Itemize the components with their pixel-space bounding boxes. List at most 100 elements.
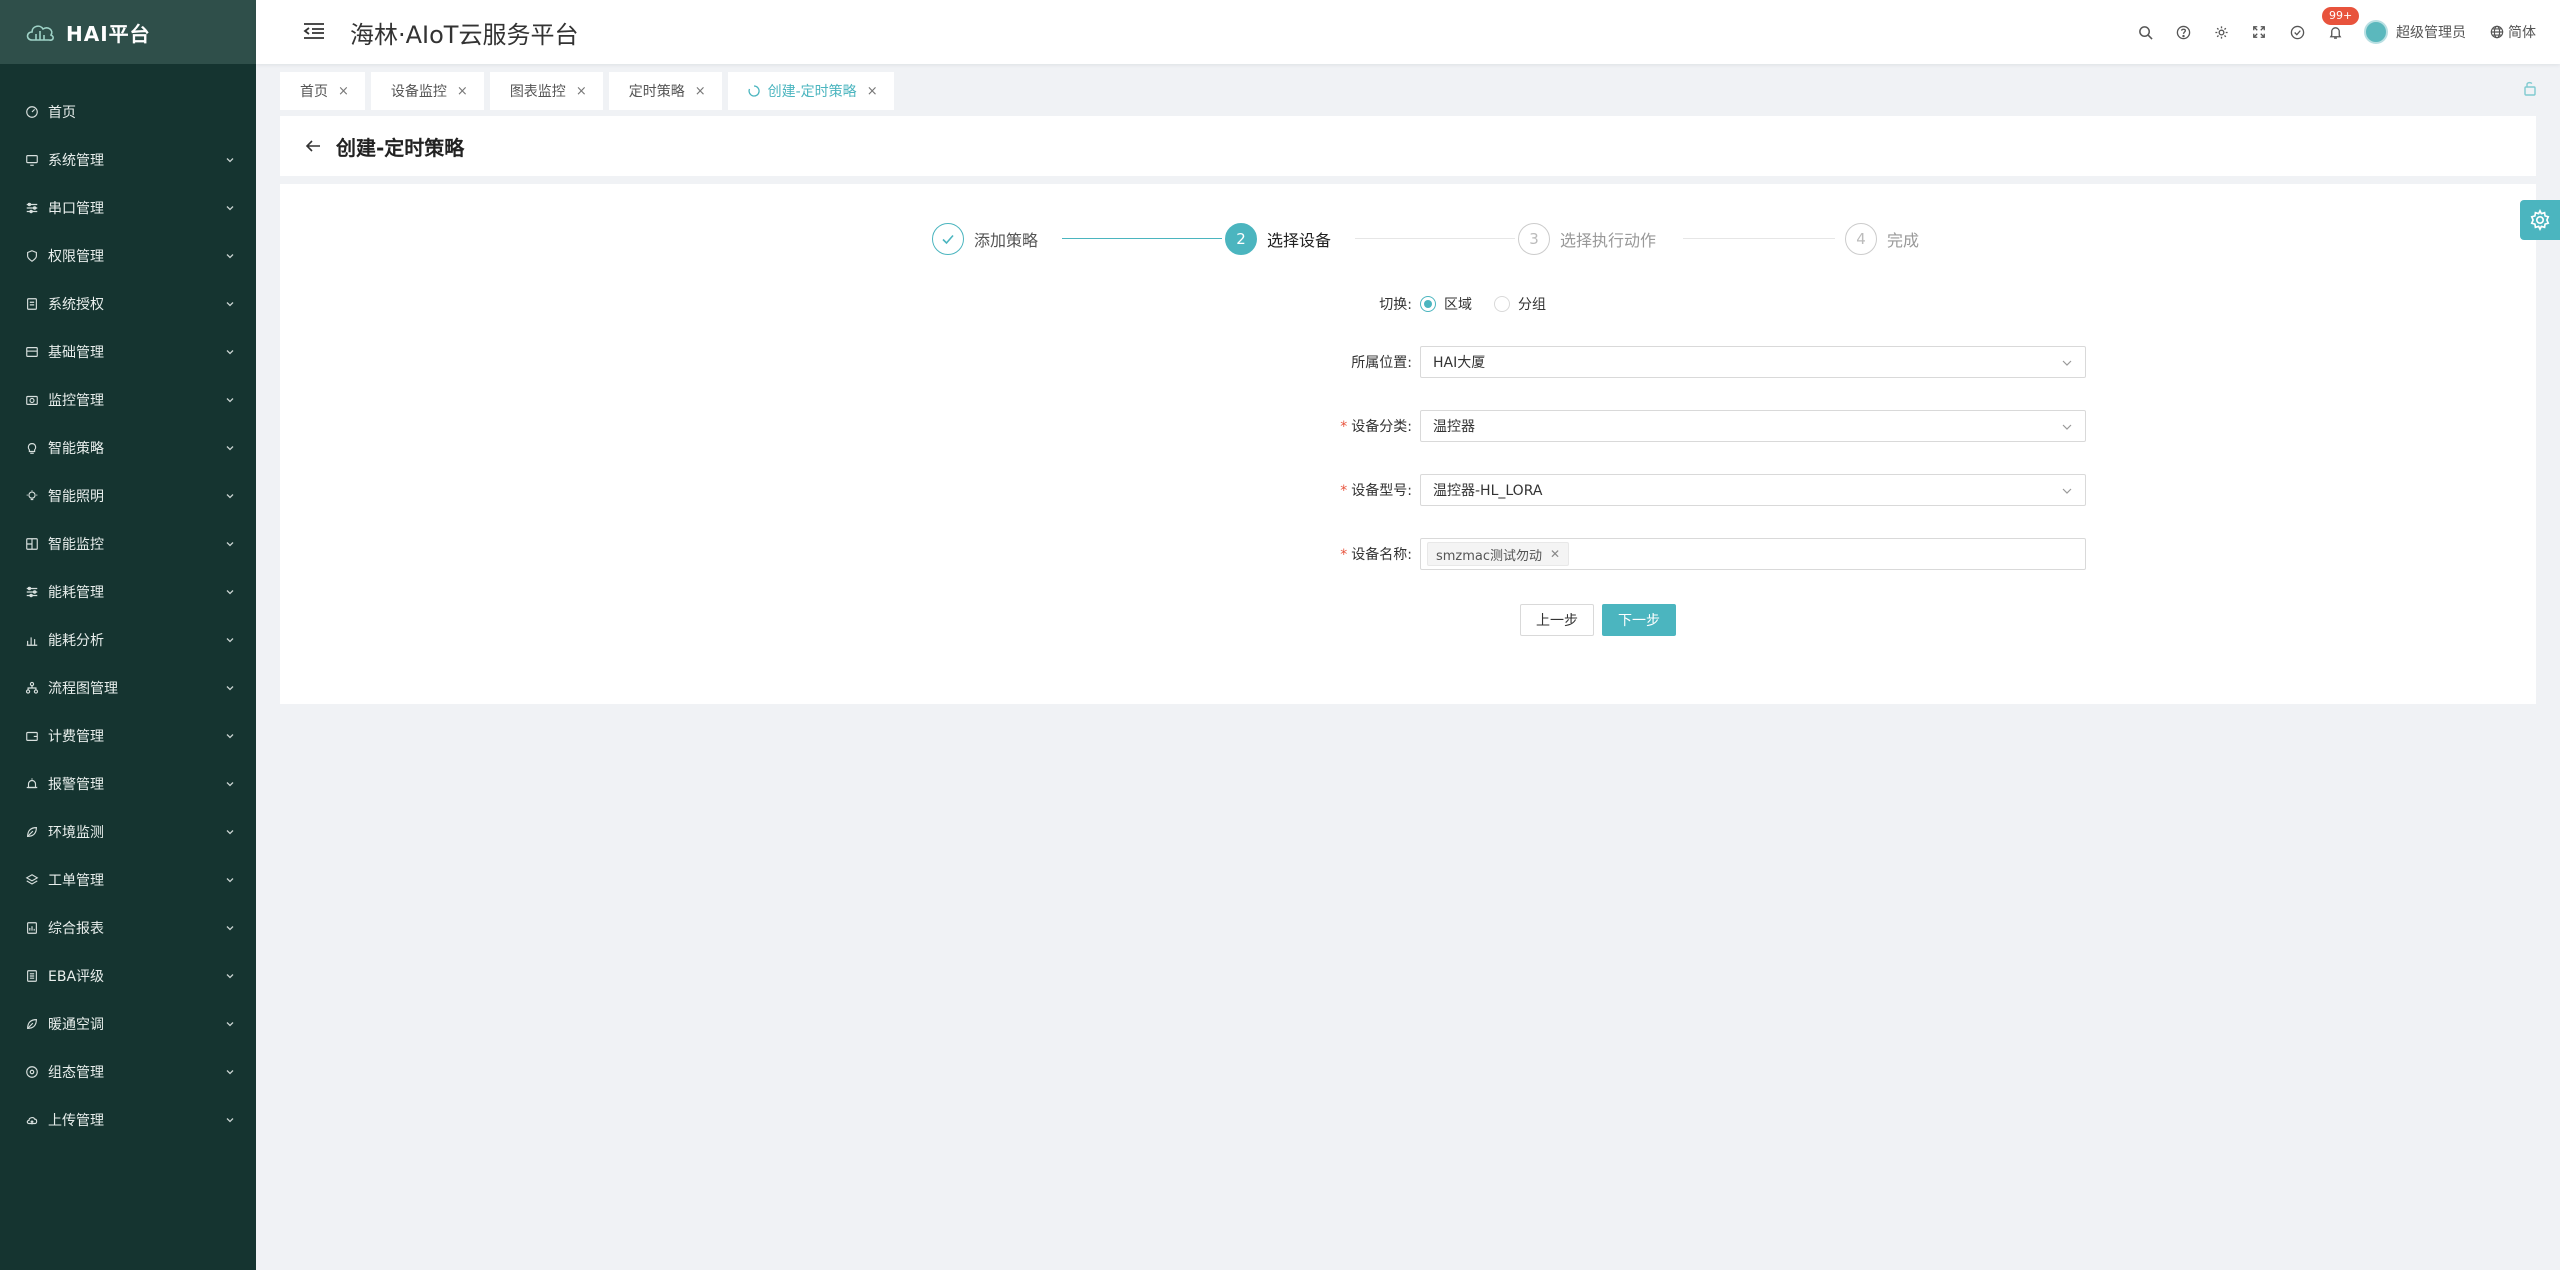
tab-close-icon[interactable]: × (867, 84, 878, 99)
sidebar-item-16[interactable]: 环境监测 (0, 808, 256, 856)
tab-1[interactable]: 首页 × (280, 72, 365, 110)
tab-4[interactable]: 定时策略 × (608, 72, 722, 110)
sidebar-item-9[interactable]: 智能照明 (0, 472, 256, 520)
step-label: 选择设备 (1267, 231, 1332, 250)
sidebar-item-label: 系统授权 (48, 297, 104, 313)
box-icon (24, 344, 40, 360)
radio-unchecked-icon[interactable] (1494, 296, 1510, 312)
monitor-icon (24, 152, 40, 168)
flow-icon (24, 680, 40, 696)
sidebar-item-label: 组态管理 (48, 1065, 104, 1081)
sidebar-item-label: 能耗管理 (48, 585, 104, 601)
category-label: * 设备分类: (1000, 416, 1420, 436)
sidebar-item-21[interactable]: 组态管理 (0, 1048, 256, 1096)
tab-close-icon[interactable]: × (457, 84, 468, 99)
tab-close-icon[interactable]: × (576, 84, 587, 99)
sidebar-item-7[interactable]: 监控管理 (0, 376, 256, 424)
sidebar-item-12[interactable]: 能耗分析 (0, 616, 256, 664)
required-mark: * (1340, 547, 1348, 563)
category-select[interactable]: 温控器 (1420, 410, 2086, 442)
sidebar-item-10[interactable]: 智能监控 (0, 520, 256, 568)
light-icon (24, 488, 40, 504)
sidebar-item-label: 工单管理 (48, 873, 104, 889)
camera-icon (24, 392, 40, 408)
tab-bar: 首页 × 设备监控 × 图表监控 × 定时策略 × 创建-定时策略 × (280, 72, 900, 110)
dashboard-icon (24, 104, 40, 120)
tab-close-icon[interactable]: × (695, 84, 706, 99)
sidebar-item-15[interactable]: 报警管理 (0, 760, 256, 808)
user-name[interactable]: 超级管理员 (2396, 22, 2466, 42)
notification-bell-icon[interactable]: 99+ (2322, 7, 2360, 41)
version-icon[interactable] (2288, 23, 2306, 41)
layers-icon (24, 872, 40, 888)
sidebar-item-20[interactable]: 暖通空调 (0, 1000, 256, 1048)
radio-area[interactable]: 区域 (1420, 294, 1472, 314)
switch-row: 切换: 区域 分组 (1000, 294, 1568, 314)
tab-close-icon[interactable]: × (338, 84, 349, 99)
chevron-down-icon (224, 586, 236, 598)
language-switch[interactable]: 简体 (2490, 22, 2536, 42)
tab-5[interactable]: 创建-定时策略 × (727, 72, 894, 110)
fullscreen-icon[interactable] (2250, 23, 2268, 41)
tab-3[interactable]: 图表监控 × (489, 72, 603, 110)
selected-device-tag: smzmac测试勿动 ✕ (1427, 542, 1570, 566)
avatar[interactable] (2364, 20, 2388, 44)
tab-2[interactable]: 设备监控 × (370, 72, 484, 110)
page-header: 创建-定时策略 (280, 116, 2536, 176)
lock-icon[interactable] (2522, 80, 2538, 96)
sidebar-item-label: 智能策略 (48, 441, 104, 457)
list-icon (24, 968, 40, 984)
sidebar-item-label: 暖通空调 (48, 1017, 104, 1033)
radio-group-option[interactable]: 分组 (1494, 294, 1546, 314)
chevron-down-icon (224, 970, 236, 982)
sidebar-item-label: 权限管理 (48, 249, 104, 265)
report-icon (24, 920, 40, 936)
chevron-down-icon (224, 1114, 236, 1126)
device-name-multiselect[interactable]: smzmac测试勿动 ✕ (1420, 538, 2086, 570)
sidebar-item-label: 基础管理 (48, 345, 104, 361)
sidebar-item-4[interactable]: 权限管理 (0, 232, 256, 280)
sidebar-item-3[interactable]: 串口管理 (0, 184, 256, 232)
chevron-down-icon (224, 874, 236, 886)
location-select[interactable]: HAI大厦 (1420, 346, 2086, 378)
theme-settings-button[interactable] (2520, 200, 2560, 240)
step-label: 选择执行动作 (1560, 231, 1657, 250)
back-arrow-icon[interactable] (304, 137, 322, 155)
next-step-button[interactable]: 下一步 (1602, 604, 1676, 636)
bar-chart-icon (24, 632, 40, 648)
sidebar-item-18[interactable]: 综合报表 (0, 904, 256, 952)
sidebar-item-13[interactable]: 流程图管理 (0, 664, 256, 712)
search-icon[interactable] (2136, 23, 2154, 41)
sidebar-item-17[interactable]: 工单管理 (0, 856, 256, 904)
model-value: 温控器-HL_LORA (1433, 483, 1543, 499)
tab-label: 首页 (300, 84, 328, 100)
settings-icon[interactable] (2212, 23, 2230, 41)
model-select[interactable]: 温控器-HL_LORA (1420, 474, 2086, 506)
menu-fold-icon[interactable] (302, 21, 328, 43)
tag-close-icon[interactable]: ✕ (1550, 547, 1560, 561)
app-title: 海林·AIoT云服务平台 (350, 20, 579, 49)
sidebar-item-11[interactable]: 能耗管理 (0, 568, 256, 616)
required-mark: * (1340, 483, 1348, 499)
logo[interactable]: HAI平台 (0, 0, 256, 64)
sidebar-item-1[interactable]: 首页 (0, 88, 256, 136)
help-icon[interactable] (2174, 23, 2192, 41)
sidebar-item-2[interactable]: 系统管理 (0, 136, 256, 184)
sidebar-item-22[interactable]: 上传管理 (0, 1096, 256, 1144)
radio-checked-icon[interactable] (1420, 296, 1436, 312)
sidebar-item-14[interactable]: 计费管理 (0, 712, 256, 760)
step-check-icon (932, 223, 964, 255)
sidebar-item-8[interactable]: 智能策略 (0, 424, 256, 472)
doc-icon (24, 296, 40, 312)
sliders-icon (24, 200, 40, 216)
loading-icon (748, 85, 760, 97)
sidebar-item-19[interactable]: EBA评级 (0, 952, 256, 1000)
required-mark: * (1340, 419, 1348, 435)
chevron-down-icon (224, 442, 236, 454)
sidebar-item-6[interactable]: 基础管理 (0, 328, 256, 376)
prev-step-button[interactable]: 上一步 (1520, 604, 1594, 636)
chevron-down-icon (224, 202, 236, 214)
sidebar-item-5[interactable]: 系统授权 (0, 280, 256, 328)
header-actions: 99+ 超级管理员 简体 (2116, 0, 2536, 64)
chevron-down-icon (224, 394, 236, 406)
